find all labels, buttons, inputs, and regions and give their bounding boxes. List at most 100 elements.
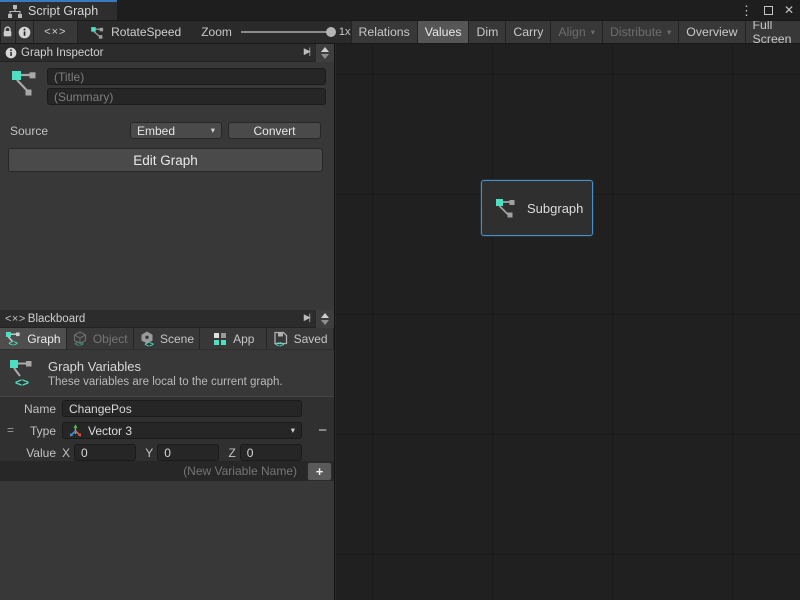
scroll-up-icon[interactable] xyxy=(321,47,329,52)
variable-type-row: = Type Vector 3 ▾ − xyxy=(0,422,334,439)
angle-x-icon: <×> xyxy=(44,26,66,38)
panel-scroll-arrows[interactable] xyxy=(315,310,334,328)
chevron-down-icon: ▾ xyxy=(291,425,295,436)
graph-variables-icon: <> xyxy=(5,331,22,347)
graph-title-input[interactable] xyxy=(47,68,326,85)
remove-variable-button[interactable]: − xyxy=(318,422,327,439)
zoom-slider[interactable] xyxy=(241,31,333,33)
value-z-input[interactable] xyxy=(240,444,302,461)
graph-title-section xyxy=(10,68,326,105)
overview-button[interactable]: Overview xyxy=(678,21,744,43)
type-value: Vector 3 xyxy=(88,424,132,438)
graph-toolbar: <×> RotateSpeed Zoom 1x Relations Values… xyxy=(0,20,800,44)
graph-canvas[interactable]: Subgraph xyxy=(336,44,800,600)
zoom-label: Zoom xyxy=(201,25,232,39)
variable-value-row: Value X Y Z xyxy=(0,444,334,461)
graph-title-fields xyxy=(47,68,326,105)
source-row: Source Embed ▾ Convert xyxy=(10,122,321,139)
subgraph-icon xyxy=(495,197,517,219)
breadcrumb-label: RotateSpeed xyxy=(111,25,181,39)
drag-handle-icon[interactable]: = xyxy=(7,427,14,434)
variables-toggle-button[interactable]: <×> xyxy=(34,21,79,43)
tab-scene-variables[interactable]: <> Scene xyxy=(134,328,201,349)
zoom-control: Zoom 1x xyxy=(201,21,350,43)
sidebar: Graph Inspector ▶| Source Embed ▾ Conver… xyxy=(0,44,335,600)
add-variable-button[interactable]: + xyxy=(307,462,332,481)
graph-breadcrumb[interactable]: RotateSpeed xyxy=(90,21,181,43)
tab-script-graph[interactable]: Script Graph xyxy=(0,0,117,20)
graph-hierarchy-icon xyxy=(8,5,22,18)
lock-button[interactable] xyxy=(0,21,16,43)
dock-panel-icon[interactable]: ▶| xyxy=(304,46,309,57)
window-menu-icon[interactable]: ⋮ xyxy=(740,4,753,17)
chevron-down-icon: ▾ xyxy=(211,125,215,136)
source-value: Embed xyxy=(137,124,175,138)
blackboard-tabs: <> Graph <> Object <> Scene xyxy=(0,328,334,350)
variable-name-row: Name xyxy=(0,400,334,417)
name-label: Name xyxy=(0,402,56,416)
toggle-relations[interactable]: Relations xyxy=(351,21,417,43)
svg-text:<>: <> xyxy=(144,339,154,346)
panel-title: Graph Inspector xyxy=(21,47,103,59)
new-variable-input[interactable] xyxy=(0,461,305,481)
variable-editor: Name = Type Vector 3 ▾ − Value xyxy=(0,396,334,461)
saved-variables-icon: <> xyxy=(273,331,289,347)
graph-icon xyxy=(10,68,40,100)
panel-title: Blackboard xyxy=(28,313,86,325)
inspect-toggle-button[interactable] xyxy=(16,21,34,43)
scroll-down-icon[interactable] xyxy=(321,54,329,59)
value-label: Value xyxy=(0,446,56,460)
svg-text:<>: <> xyxy=(74,339,84,347)
close-icon[interactable]: ✕ xyxy=(784,4,794,16)
graph-variables-icon: <> xyxy=(8,358,38,388)
variable-type-select[interactable]: Vector 3 ▾ xyxy=(62,422,302,439)
value-x-input[interactable] xyxy=(74,444,136,461)
graph-variables-text: Graph Variables These variables are loca… xyxy=(48,359,283,388)
chevron-down-icon: ▾ xyxy=(591,27,595,38)
scroll-up-icon[interactable] xyxy=(321,313,329,318)
window-controls: ⋮ ✕ xyxy=(740,0,794,20)
svg-text:<>: <> xyxy=(15,376,29,389)
variable-name-input[interactable] xyxy=(62,400,302,417)
toggle-carry[interactable]: Carry xyxy=(505,21,550,43)
fullscreen-button[interactable]: Full Screen xyxy=(745,21,800,43)
info-icon xyxy=(18,26,31,39)
value-y-input[interactable] xyxy=(157,444,219,461)
maximize-icon[interactable] xyxy=(764,6,773,15)
subgraph-node[interactable]: Subgraph xyxy=(481,180,593,236)
variables-icon: <×> xyxy=(5,313,26,325)
vector3-icon xyxy=(69,424,82,437)
tab-saved-variables[interactable]: <> Saved xyxy=(267,328,334,349)
zoom-value: 1x xyxy=(339,26,351,38)
chevron-down-icon: ▾ xyxy=(667,27,671,38)
section-title: Graph Variables xyxy=(48,359,283,374)
tab-object-variables[interactable]: <> Object xyxy=(67,328,134,349)
axis-y-label: Y xyxy=(145,446,153,460)
svg-text:<>: <> xyxy=(275,339,285,346)
convert-button[interactable]: Convert xyxy=(228,122,321,139)
panel-scroll-arrows[interactable] xyxy=(315,44,334,62)
scene-variables-icon: <> xyxy=(139,331,155,347)
window-tab-bar: Script Graph ⋮ ✕ xyxy=(0,0,800,20)
zoom-slider-handle[interactable] xyxy=(326,27,336,37)
section-subtitle: These variables are local to the current… xyxy=(48,376,283,388)
axis-x-label: X xyxy=(62,446,70,460)
tab-graph-variables[interactable]: <> Graph xyxy=(0,328,67,349)
scroll-down-icon[interactable] xyxy=(321,320,329,325)
distribute-dropdown[interactable]: Distribute ▾ xyxy=(602,21,678,43)
new-variable-row: + xyxy=(0,461,334,481)
tab-app-variables[interactable]: App xyxy=(200,328,267,349)
dock-panel-icon[interactable]: ▶| xyxy=(304,312,309,323)
graph-summary-input[interactable] xyxy=(47,88,326,105)
source-select[interactable]: Embed ▾ xyxy=(130,122,222,139)
graph-variables-section: <> Graph Variables These variables are l… xyxy=(0,350,334,396)
toggle-values[interactable]: Values xyxy=(417,21,469,43)
info-icon xyxy=(5,47,17,59)
blackboard-header: <×> Blackboard ▶| xyxy=(0,310,334,328)
align-dropdown[interactable]: Align ▾ xyxy=(550,21,602,43)
node-label: Subgraph xyxy=(527,201,583,216)
edit-graph-button[interactable]: Edit Graph xyxy=(8,148,323,172)
toggle-dim[interactable]: Dim xyxy=(468,21,505,43)
script-graph-icon xyxy=(90,25,105,39)
source-label: Source xyxy=(10,124,130,138)
